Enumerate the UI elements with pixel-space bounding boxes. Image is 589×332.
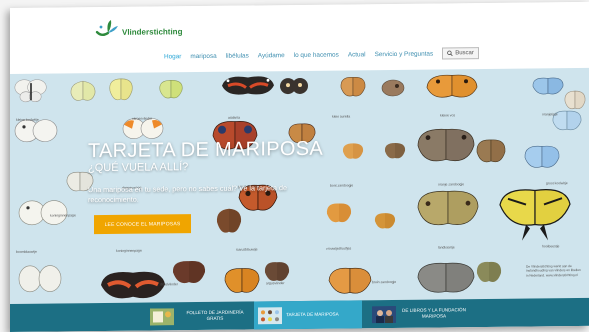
tile-garden-brochure[interactable]: FOLLETO DE JARDINERÍA GRATIS bbox=[146, 301, 252, 330]
blue-butterfly-illustration bbox=[532, 77, 564, 95]
nav-item-actual[interactable]: Actual bbox=[348, 51, 366, 58]
grey-butterfly-illustration bbox=[417, 262, 475, 293]
speckled-wood-illustration bbox=[417, 190, 479, 226]
butterfly-card-thumbnail bbox=[258, 306, 282, 324]
hero-subtitle: ¿QUÉ VUELA ALLÍ? bbox=[88, 161, 189, 175]
brown-butterfly-illustration bbox=[381, 79, 405, 97]
search-label: Buscar bbox=[455, 50, 474, 57]
green-butterfly-illustration bbox=[159, 80, 183, 99]
orange-comma-illustration bbox=[224, 268, 260, 293]
meadow-brown-illustration bbox=[417, 128, 475, 162]
site-header: Vlinderstichting Hogar mariposa libélula… bbox=[10, 1, 589, 74]
species-caption: citroenvlinder bbox=[132, 116, 153, 121]
species-caption: kleine vos bbox=[440, 113, 456, 118]
large-white-illustration bbox=[328, 267, 372, 294]
orange-butterfly-illustration bbox=[426, 74, 478, 98]
tile-label: DE LIBROS Y LA FUNDACIÓN MARIPOSA bbox=[402, 307, 466, 319]
marbled-white-illustration bbox=[18, 265, 62, 293]
painted-lady-illustration bbox=[101, 271, 165, 299]
comma-illustration bbox=[216, 208, 242, 233]
hero-title: TARJETA DE MARIPOSA bbox=[88, 137, 323, 163]
species-caption: bruin zandoogje bbox=[372, 279, 397, 285]
small-heath-illustration bbox=[476, 139, 506, 163]
tile-books-foundation[interactable]: DE LIBROS Y LA FUNDACIÓN MARIPOSA bbox=[368, 299, 468, 328]
dark-butterfly-illustration bbox=[280, 77, 308, 95]
page-frame: Vlinderstichting Hogar mariposa libélula… bbox=[10, 1, 589, 332]
tile-butterfly-card[interactable]: TARJETA DE MARIPOSA bbox=[254, 300, 362, 330]
species-caption: koninginnenpage bbox=[50, 213, 76, 218]
common-blue-illustration bbox=[524, 145, 560, 168]
hero-butterfly-card: kleine koolwitje citroenvlinder atalanta… bbox=[10, 67, 589, 304]
small-copper-illustration bbox=[340, 77, 366, 97]
nav-item-servicio[interactable]: Servicio y Preguntas bbox=[375, 50, 434, 58]
nav-item-mariposa[interactable]: mariposa bbox=[190, 52, 216, 59]
species-caption: landkaartje bbox=[438, 245, 455, 250]
species-caption: vrouwtjesfuutfjes bbox=[326, 246, 352, 251]
species-caption: oranjetipje bbox=[542, 112, 558, 117]
orange-skipper-illustration bbox=[326, 203, 352, 223]
white-butterfly-illustration bbox=[14, 79, 47, 103]
cta-button[interactable]: LEE CONOCE EL MARIPOSAS bbox=[94, 214, 191, 235]
species-caption: kleine koolwitje bbox=[16, 117, 39, 122]
bottom-feature-bar: FOLLETO DE JARDINERÍA GRATIS TARJETA DE … bbox=[10, 297, 589, 332]
logo-text: Vlinderstichting bbox=[122, 26, 183, 37]
species-caption: icarusblauwtje bbox=[236, 247, 258, 252]
skipper-illustration bbox=[342, 143, 364, 159]
butterfly-logo-icon bbox=[95, 19, 118, 36]
hero-description: Una mariposa en tu sede, pero no sabes c… bbox=[88, 183, 287, 205]
species-caption: boomblauwtje bbox=[16, 249, 37, 254]
species-caption: koninginnenpage bbox=[116, 248, 142, 253]
brimstone-butterfly-illustration bbox=[70, 80, 96, 101]
swallowtail-illustration bbox=[499, 189, 571, 241]
green-hairstreak-illustration bbox=[476, 261, 502, 283]
species-caption: argusvlinder bbox=[266, 281, 285, 286]
small-skipper-illustration bbox=[374, 213, 396, 229]
species-caption: groot koolwitje bbox=[546, 181, 568, 186]
nav-item-ayudame[interactable]: Ayúdame bbox=[258, 52, 285, 59]
nav-item-hogar[interactable]: Hogar bbox=[164, 53, 181, 60]
species-caption: klein aurelia bbox=[332, 114, 351, 119]
tile-label: TARJETA DE MARIPOSA bbox=[286, 311, 339, 318]
site-logo[interactable]: Vlinderstichting bbox=[94, 16, 182, 41]
species-caption: bont zandoogje bbox=[330, 183, 354, 188]
tile-label: FOLLETO DE JARDINERÍA GRATIS bbox=[186, 309, 244, 321]
small-white-illustration bbox=[14, 119, 58, 143]
garden-brochure-thumbnail bbox=[150, 307, 174, 326]
nav-item-lo-que-hacemos[interactable]: lo que hacemos bbox=[294, 51, 339, 58]
nav-item-libelulas[interactable]: libélulas bbox=[226, 52, 249, 59]
species-caption: hooibeestje bbox=[542, 244, 560, 249]
books-foundation-thumbnail bbox=[372, 305, 396, 323]
red-admiral-illustration bbox=[222, 76, 274, 95]
species-caption: oranje zandoogje bbox=[438, 182, 465, 187]
species-caption: atalanta bbox=[228, 115, 241, 120]
search-icon bbox=[447, 50, 453, 57]
species-caption: distelvlinder bbox=[160, 282, 178, 287]
yellow-butterfly-illustration bbox=[109, 78, 133, 101]
search-button[interactable]: Buscar bbox=[442, 47, 479, 60]
brown-moth-illustration bbox=[384, 142, 406, 159]
main-nav: Hogar mariposa libélulas Ayúdame lo que … bbox=[164, 47, 479, 62]
vlinderstichting-note: De Vlinderstichting werkt aan de instand… bbox=[526, 264, 581, 278]
